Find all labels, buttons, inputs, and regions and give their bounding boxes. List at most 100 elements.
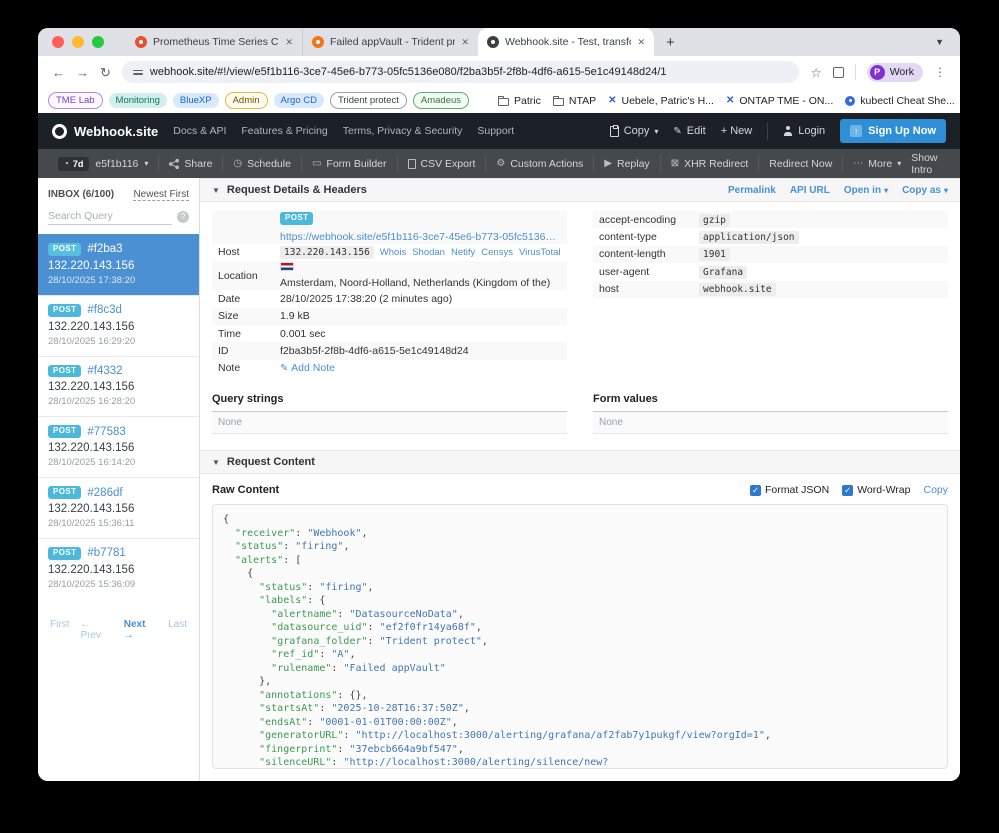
add-note-link[interactable]: ✎ Add Note (280, 362, 335, 374)
site-brand[interactable]: Webhook.site (52, 123, 158, 139)
content-panel-header[interactable]: ▼ Request Content (200, 450, 960, 475)
bookmark-monitoring[interactable]: Monitoring (108, 93, 167, 108)
bookmark-ontap-tme-on[interactable]: ✕ ONTAP TME - ON... (726, 95, 833, 107)
bookmark-tme-lab[interactable]: TME Lab (48, 92, 103, 109)
bookmark-uebele-patric-s-h[interactable]: ✕ Uebele, Patric's H... (608, 95, 714, 107)
extensions-icon[interactable] (832, 66, 844, 78)
browser-tab-webhook-site-test-transfor[interactable]: Webhook.site - Test, transfor ✕ (478, 28, 654, 56)
tab-search-icon[interactable]: ▼ (935, 37, 944, 47)
request-list-item-f8c3d[interactable]: POST #f8c3d 132.220.143.156 28/10/2025 16:2… (38, 294, 199, 356)
bookmark-kubectl-cheat-she[interactable]: kubectl Cheat She... (845, 95, 955, 107)
nav-link-terms-privacy-security[interactable]: Terms, Privacy & Security (343, 125, 463, 137)
bookmark-amadeus[interactable]: Amadeus (412, 92, 470, 109)
show-intro-link[interactable]: Show Intro (911, 152, 950, 176)
nav-link-docs-api[interactable]: Docs & API (173, 125, 226, 137)
site-settings-icon[interactable] (132, 68, 143, 77)
toolbar-csv-export[interactable]: CSV Export (398, 155, 487, 172)
edit-button[interactable]: ✎ Edit (673, 125, 705, 137)
lookup-link-shodan[interactable]: Shodan (412, 247, 445, 258)
new-tab-button[interactable]: + (666, 34, 675, 51)
nav-link-features-pricing[interactable]: Features & Pricing (241, 125, 327, 137)
toolbar-xhr-redirect[interactable]: ⊠ XHR Redirect (661, 155, 760, 172)
toolbar-share[interactable]: Share (159, 155, 224, 172)
url-bar: ← → ↻ webhook.site/#!/view/e5f1b116-3ce7… (38, 56, 960, 88)
toolbar-custom-actions[interactable]: ⚙ Custom Actions (486, 155, 595, 172)
new-button[interactable]: + New (721, 125, 753, 137)
request-timestamp: 28/10/2025 16:14:20 (48, 457, 136, 469)
browser-tab-failed-appvault-trident-prot[interactable]: Failed appVault - Trident prot ✕ (302, 28, 478, 56)
tab-close-icon[interactable]: ✕ (285, 37, 293, 48)
method-badge: POST (48, 425, 82, 439)
request-list-item-f2ba3[interactable]: POST #f2ba3 132.220.143.156 28/10/2025 17:3… (38, 234, 199, 295)
bookmark-patric[interactable]: Patric (498, 95, 541, 107)
lookup-link-netify[interactable]: Netify (451, 247, 475, 258)
request-url-link[interactable]: https://webhook.site/e5f1b116-3ce7-45e6-… (280, 231, 561, 243)
toolbar-replay[interactable]: ▶ Replay (594, 155, 661, 172)
details-action-api-url[interactable]: API URL (790, 185, 830, 196)
request-list-item-f4332[interactable]: POST #f4332 132.220.143.156 28/10/2025 16:2… (38, 355, 199, 417)
lookup-link-whois[interactable]: Whois (380, 247, 406, 258)
toolbar-redirect-now[interactable]: Redirect Now (759, 155, 844, 172)
search-input[interactable] (48, 208, 172, 225)
bookmark-ntap[interactable]: NTAP (552, 95, 596, 107)
header-row-host: host webhook.site (593, 280, 948, 298)
login-button[interactable]: Login (783, 125, 825, 137)
signup-button[interactable]: ↑ Sign Up Now (840, 119, 946, 143)
tab-close-icon[interactable]: ✕ (637, 37, 645, 48)
pagination-next[interactable]: Next → (124, 619, 157, 641)
pagination-prev[interactable]: ← Prev (80, 619, 112, 641)
bookmark-argo-cd[interactable]: Argo CD (273, 93, 324, 108)
form-icon: ▭ (311, 157, 322, 169)
request-ip: 132.220.143.156 (48, 442, 135, 455)
bookmark-star-icon[interactable]: ☆ (810, 65, 821, 80)
copy-menu-button[interactable]: Copy ▾ (609, 124, 658, 137)
code-line: "fingerprint": "37ebcb664a9bf547", (259, 743, 464, 755)
close-window-button[interactable] (52, 36, 64, 48)
reload-icon[interactable]: ↻ (100, 66, 111, 79)
details-action-open-in[interactable]: Open in ▾ (844, 185, 888, 196)
code-line: "status": "firing", (235, 541, 350, 553)
caret-down-icon: ▾ (897, 159, 902, 168)
word-wrap-checkbox[interactable]: ✓ Word-Wrap (842, 484, 910, 496)
back-icon[interactable]: ← (52, 66, 65, 79)
browser-tab-prometheus-time-series-colle[interactable]: Prometheus Time Series Colle ✕ (126, 28, 302, 56)
zoom-window-button[interactable] (92, 36, 104, 48)
pagination-first[interactable]: First (50, 619, 69, 641)
header-row-content-type: content-type application/json (593, 228, 948, 245)
k8s-icon (845, 95, 856, 106)
address-field[interactable]: webhook.site/#!/view/e5f1b116-3ce7-45e6-… (121, 61, 800, 83)
toolbar-schedule[interactable]: ◷ Schedule (223, 155, 302, 172)
lookup-link-censys[interactable]: Censys (481, 247, 513, 258)
request-ip: 132.220.143.156 (48, 259, 135, 272)
copy-menu-label: Copy (623, 125, 650, 137)
request-list-item-b7781[interactable]: POST #b7781 132.220.143.156 28/10/2025 15:3… (38, 537, 199, 599)
lookup-link-virustotal[interactable]: VirusTotal (519, 247, 561, 258)
toolbar-form-builder[interactable]: ▭ Form Builder (302, 155, 398, 172)
bookmark-admin[interactable]: Admin (224, 92, 268, 109)
forward-icon[interactable]: → (76, 66, 89, 79)
details-action-copy-as[interactable]: Copy as ▾ (902, 185, 948, 196)
code-line: { (223, 568, 254, 580)
request-list-item-77583[interactable]: POST #77583 132.220.143.156 28/10/2025 16:1… (38, 416, 199, 477)
browser-menu-icon[interactable]: ⋮ (934, 65, 946, 79)
details-panel-header[interactable]: ▼ Request Details & Headers Permalink API… (200, 178, 960, 202)
token-selector[interactable]: ◔ 7d e5f1b116 ▾ (48, 155, 160, 172)
bookmark-trident-protect[interactable]: Trident protect (329, 92, 407, 109)
raw-content-code[interactable]: { "receiver": "Webhook", "status": "firi… (212, 504, 948, 769)
format-json-checkbox[interactable]: ✓ Format JSON (750, 484, 829, 496)
nav-link-support[interactable]: Support (477, 125, 514, 137)
sort-toggle[interactable]: Newest First (133, 189, 189, 201)
bookmark-bluexp[interactable]: BlueXP (172, 93, 219, 108)
copy-content-link[interactable]: Copy (923, 484, 948, 496)
tab-close-icon[interactable]: ✕ (461, 37, 469, 48)
details-action-permalink[interactable]: Permalink (728, 185, 776, 196)
request-list-item-286df[interactable]: POST #286df 132.220.143.156 28/10/2025 15:3… (38, 477, 199, 538)
code-line: }, (223, 676, 272, 688)
minimize-window-button[interactable] (72, 36, 84, 48)
toolbar-more[interactable]: ⋯ More ▾ (843, 155, 911, 172)
profile-chip[interactable]: P Work (866, 62, 923, 82)
request-id: #f4332 (87, 364, 123, 377)
help-icon[interactable]: ? (177, 210, 189, 223)
pagination-last[interactable]: Last (168, 619, 187, 641)
header-row-accept-encoding: accept-encoding gzip (593, 211, 948, 229)
